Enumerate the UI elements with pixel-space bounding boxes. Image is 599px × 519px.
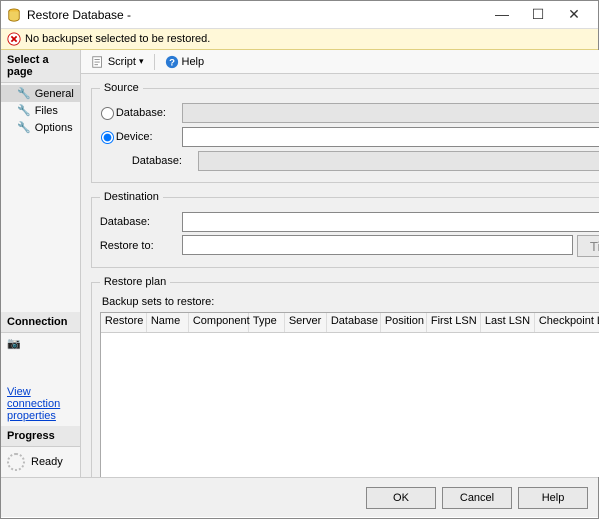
page-item-label: Options (35, 122, 73, 134)
minimize-button[interactable]: — (484, 4, 520, 26)
grid-body (101, 333, 599, 477)
timeline-button[interactable]: Timeline... (577, 235, 599, 257)
dialog-help-button[interactable]: Help (518, 487, 588, 509)
source-database-label: Database: (116, 107, 182, 119)
help-label: Help (182, 56, 205, 68)
source-database-radio[interactable] (101, 107, 114, 120)
backup-sets-grid[interactable]: RestoreNameComponentTypeServerDatabasePo… (100, 312, 599, 477)
column-header[interactable]: Server (285, 313, 327, 332)
select-page-header: Select a page (1, 50, 80, 83)
page-item-label: Files (35, 105, 58, 117)
toolbar: Script ▾ ? Help (81, 50, 599, 74)
column-header[interactable]: Name (147, 313, 189, 332)
dialog-buttons: OK Cancel Help (1, 477, 598, 517)
wrench-icon: 🔧 (17, 121, 31, 134)
banner-text: No backupset selected to be restored. (25, 33, 210, 45)
view-connection-properties-link[interactable]: View connection properties (1, 382, 80, 426)
dest-restoreto-field (182, 235, 573, 255)
right-pane: Script ▾ ? Help Source Database: Device: (81, 50, 599, 477)
column-header[interactable]: Restore (101, 313, 147, 332)
left-pane: Select a page 🔧 General 🔧 Files 🔧 Options C… (1, 50, 81, 477)
destination-legend: Destination (100, 191, 163, 203)
window-title: Restore Database - (27, 8, 484, 22)
script-icon (91, 55, 105, 69)
wrench-icon: 🔧 (17, 87, 31, 100)
column-header[interactable]: Last LSN (481, 313, 535, 332)
help-icon: ? (165, 55, 179, 69)
connection-icon: 📷 (1, 333, 80, 354)
page-item-label: General (35, 88, 74, 100)
restore-plan-group: Restore plan Backup sets to restore: Res… (91, 276, 599, 477)
help-button[interactable]: ? Help (161, 53, 209, 71)
progress-header: Progress (1, 426, 80, 447)
source-subdb-label: Database: (116, 155, 198, 167)
dest-restoreto-label: Restore to: (100, 240, 182, 252)
chevron-down-icon: ▾ (139, 56, 144, 67)
ok-button[interactable]: OK (366, 487, 436, 509)
app-icon (7, 8, 21, 22)
source-group: Source Database: Device: ... Datab (91, 82, 599, 183)
source-device-label: Device: (116, 131, 182, 143)
maximize-button[interactable]: ☐ (520, 4, 556, 26)
column-header[interactable]: Checkpoint LSN (535, 313, 599, 332)
close-button[interactable]: ✕ (556, 4, 592, 26)
source-database-combo[interactable] (182, 103, 599, 123)
column-header[interactable]: Database (327, 313, 381, 332)
source-device-field[interactable] (182, 127, 599, 147)
script-button[interactable]: Script ▾ (87, 53, 148, 71)
destination-group: Destination Database: Restore to: Timeli… (91, 191, 599, 268)
backup-sets-label: Backup sets to restore: (102, 296, 599, 308)
connection-header: Connection (1, 312, 80, 333)
column-header[interactable]: First LSN (427, 313, 481, 332)
progress-state: Ready (31, 456, 63, 468)
progress-spinner-icon (7, 453, 25, 471)
svg-text:?: ? (169, 57, 175, 68)
source-device-radio[interactable] (101, 131, 114, 144)
dest-database-label: Database: (100, 216, 182, 228)
script-label: Script (108, 56, 136, 68)
toolbar-separator (154, 54, 155, 70)
cancel-button[interactable]: Cancel (442, 487, 512, 509)
page-item-general[interactable]: 🔧 General (1, 85, 80, 102)
source-subdb-combo[interactable] (198, 151, 599, 171)
page-item-files[interactable]: 🔧 Files (1, 102, 80, 119)
warning-banner: No backupset selected to be restored. (1, 29, 598, 50)
page-item-options[interactable]: 🔧 Options (1, 119, 80, 136)
column-header[interactable]: Component (189, 313, 249, 332)
restore-plan-legend: Restore plan (100, 276, 170, 288)
titlebar: Restore Database - — ☐ ✕ (1, 1, 598, 29)
column-header[interactable]: Position (381, 313, 427, 332)
wrench-icon: 🔧 (17, 104, 31, 117)
dest-database-combo[interactable] (182, 212, 599, 232)
column-header[interactable]: Type (249, 313, 285, 332)
error-icon (7, 32, 21, 46)
source-legend: Source (100, 82, 143, 94)
